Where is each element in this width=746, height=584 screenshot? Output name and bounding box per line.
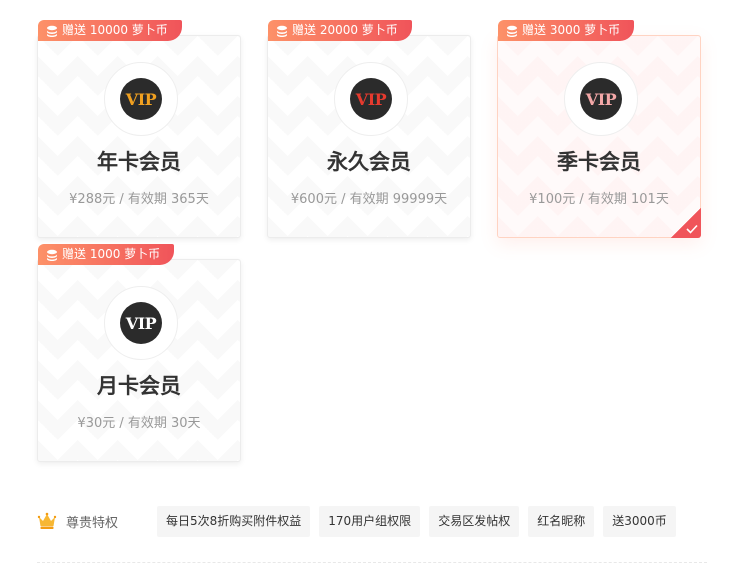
plan-price: ¥100元 / 有效期 101天	[529, 192, 669, 207]
vip-text: VIP	[585, 89, 617, 109]
selected-corner	[671, 208, 701, 238]
plan-title: 月卡会员	[97, 374, 181, 398]
plan-card-monthly[interactable]: 赠送 1000 萝卜币 VIP 月卡会员 ¥30元 / 有效期 30天	[37, 244, 241, 462]
crown-icon	[37, 512, 57, 529]
plan-price: ¥30元 / 有效期 30天	[77, 416, 201, 431]
bonus-text: 赠送 1000 萝卜币	[62, 247, 161, 261]
privilege-tag: 170用户组权限	[319, 505, 421, 537]
plan-card-quarterly[interactable]: 赠送 3000 萝卜币 VIP 季卡会员 ¥100元 / 有效期 101天	[497, 20, 701, 238]
bonus-ribbon: 赠送 10000 萝卜币	[38, 20, 182, 41]
vip-badge: VIP	[104, 62, 178, 136]
coins-icon	[507, 25, 517, 37]
vip-icon: VIP	[120, 78, 162, 120]
privilege-tag: 红名昵称	[528, 505, 595, 537]
bonus-text: 赠送 3000 萝卜币	[522, 23, 621, 37]
coins-icon	[277, 25, 287, 37]
vip-icon: VIP	[350, 78, 392, 120]
vip-text: VIP	[355, 89, 387, 109]
vip-text: VIP	[125, 313, 157, 333]
plan-price: ¥288元 / 有效期 365天	[69, 192, 209, 207]
vip-badge: VIP	[334, 62, 408, 136]
plan-title: 季卡会员	[557, 150, 641, 174]
privilege-tag: 交易区发帖权	[429, 505, 520, 537]
vip-icon: VIP	[580, 78, 622, 120]
coins-icon	[47, 249, 57, 261]
bonus-ribbon: 赠送 20000 萝卜币	[268, 20, 412, 41]
dashed-divider	[37, 562, 707, 563]
vip-badge: VIP	[104, 286, 178, 360]
coins-icon	[47, 25, 57, 37]
privilege-tag: 每日5次8折购买附件权益	[157, 505, 311, 537]
vip-text: VIP	[125, 89, 157, 109]
bonus-text: 赠送 10000 萝卜币	[62, 23, 168, 37]
plan-card-lifetime[interactable]: 赠送 20000 萝卜币 VIP 永久会员 ¥600元 / 有效期 99999天	[267, 20, 471, 238]
plan-title: 年卡会员	[97, 150, 181, 174]
privileges-row: 尊贵特权 每日5次8折购买附件权益 170用户组权限 交易区发帖权 红名昵称 送…	[37, 505, 707, 537]
plan-title: 永久会员	[327, 150, 411, 174]
plan-card-yearly[interactable]: 赠送 10000 萝卜币 VIP 年卡会员 ¥288元 / 有效期 365天	[37, 20, 241, 238]
privilege-tag: 送3000币	[603, 505, 676, 537]
bonus-text: 赠送 20000 萝卜币	[292, 23, 398, 37]
bonus-ribbon: 赠送 1000 萝卜币	[38, 244, 175, 265]
vip-icon: VIP	[120, 302, 162, 344]
vip-badge: VIP	[564, 62, 638, 136]
bonus-ribbon: 赠送 3000 萝卜币	[498, 20, 635, 41]
plan-price: ¥600元 / 有效期 99999天	[290, 192, 448, 207]
check-icon	[686, 224, 698, 234]
privileges-label: 尊贵特权	[66, 515, 119, 531]
